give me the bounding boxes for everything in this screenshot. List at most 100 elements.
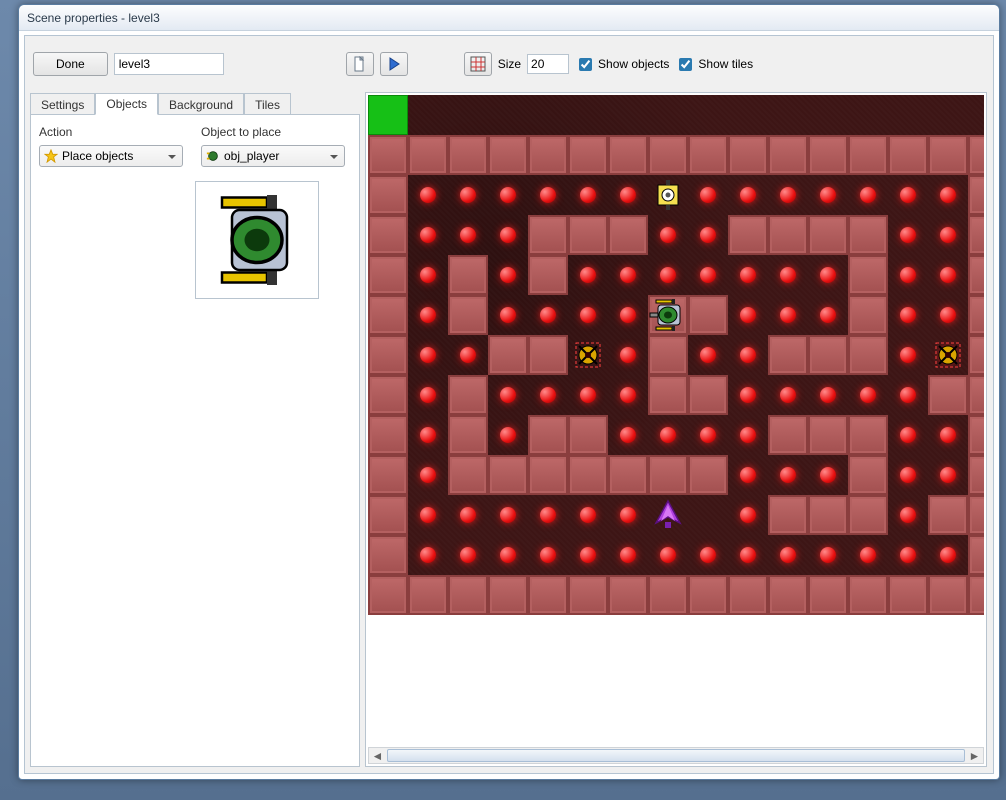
document-icon <box>352 56 368 72</box>
action-combo[interactable]: Place objects <box>39 145 183 167</box>
tab-background[interactable]: Background <box>158 93 244 115</box>
level-grid[interactable] <box>368 95 984 615</box>
pickup-dot <box>488 535 528 575</box>
turret-object[interactable] <box>568 335 608 375</box>
wall-tile <box>648 335 688 375</box>
new-icon-button[interactable] <box>346 52 374 76</box>
ship-object[interactable] <box>648 495 688 535</box>
scene-properties-window: Scene properties - level3 Done Size Show… <box>18 4 1000 780</box>
wall-tile <box>448 135 488 175</box>
wall-tile <box>368 255 408 295</box>
show-objects-checkbox[interactable]: Show objects <box>575 55 669 74</box>
wall-tile <box>368 575 408 615</box>
object-combo[interactable]: obj_player <box>201 145 345 167</box>
window-title: Scene properties - level3 <box>27 11 160 25</box>
grid-size-input[interactable] <box>527 54 569 74</box>
wall-tile <box>528 215 568 255</box>
pickup-dot <box>688 175 728 215</box>
show-objects-label: Show objects <box>598 57 669 71</box>
wall-tile <box>608 135 648 175</box>
pickup-dot <box>648 215 688 255</box>
wall-tile <box>528 335 568 375</box>
play-icon-button[interactable] <box>380 52 408 76</box>
wall-tile <box>688 455 728 495</box>
wall-tile <box>648 575 688 615</box>
pickup-dot <box>408 335 448 375</box>
pickup-dot <box>768 175 808 215</box>
show-tiles-checkbox[interactable]: Show tiles <box>675 55 753 74</box>
objects-panel: Action Place objects Object to place obj… <box>30 114 360 767</box>
grid-icon <box>470 56 486 72</box>
scrollbar-track[interactable] <box>386 748 966 763</box>
pickup-dot <box>848 375 888 415</box>
wall-tile <box>528 255 568 295</box>
level-canvas[interactable] <box>368 95 984 744</box>
pickup-dot <box>408 375 448 415</box>
pickup-dot <box>408 495 448 535</box>
wall-tile <box>848 135 888 175</box>
beacon-object[interactable] <box>648 175 688 215</box>
pickup-dot <box>408 535 448 575</box>
pickup-dot <box>888 455 928 495</box>
scroll-left-arrow-icon[interactable]: ◄ <box>369 748 386 763</box>
pickup-dot <box>528 295 568 335</box>
wall-tile <box>568 135 608 175</box>
pickup-dot <box>728 335 768 375</box>
turret-object[interactable] <box>928 335 968 375</box>
object-combo-value: obj_player <box>224 149 279 163</box>
pickup-dot <box>848 535 888 575</box>
pickup-dot <box>768 375 808 415</box>
wall-tile <box>368 495 408 535</box>
tab-settings[interactable]: Settings <box>30 93 95 115</box>
wall-tile <box>368 375 408 415</box>
wall-tile <box>968 375 984 415</box>
pickup-dot <box>408 255 448 295</box>
pickup-dot <box>808 255 848 295</box>
scroll-right-arrow-icon[interactable]: ► <box>966 748 983 763</box>
done-button[interactable]: Done <box>33 52 108 76</box>
wall-tile <box>368 335 408 375</box>
pickup-dot <box>648 255 688 295</box>
titlebar[interactable]: Scene properties - level3 <box>19 5 999 31</box>
pickup-dot <box>808 455 848 495</box>
wall-tile <box>448 575 488 615</box>
grid-icon-button[interactable] <box>464 52 492 76</box>
pickup-dot <box>928 535 968 575</box>
pickup-dot <box>568 495 608 535</box>
pickup-dot <box>488 495 528 535</box>
tab-objects[interactable]: Objects <box>95 93 158 115</box>
wall-tile <box>448 415 488 455</box>
pickup-dot <box>928 175 968 215</box>
wall-tile <box>888 575 928 615</box>
horizontal-scrollbar[interactable]: ◄ ► <box>368 747 984 764</box>
pickup-dot <box>568 295 608 335</box>
wall-tile <box>728 135 768 175</box>
wall-tile <box>968 455 984 495</box>
player-object[interactable] <box>648 295 688 335</box>
wall-tile <box>808 135 848 175</box>
pickup-dot <box>928 255 968 295</box>
tab-tiles[interactable]: Tiles <box>244 93 291 115</box>
pickup-dot <box>528 535 568 575</box>
wall-tile <box>608 215 648 255</box>
pickup-dot <box>768 455 808 495</box>
wall-tile <box>848 255 888 295</box>
pickup-dot <box>448 175 488 215</box>
pickup-dot <box>728 255 768 295</box>
wall-tile <box>808 495 848 535</box>
wall-tile <box>488 455 528 495</box>
pickup-dot <box>608 295 648 335</box>
wall-tile <box>968 175 984 215</box>
pickup-dot <box>928 215 968 255</box>
wall-tile <box>528 415 568 455</box>
scene-name-input[interactable] <box>114 53 224 75</box>
wall-tile <box>528 135 568 175</box>
spawn-marker <box>368 95 408 135</box>
pickup-dot <box>768 535 808 575</box>
scrollbar-thumb[interactable] <box>387 749 965 762</box>
wall-tile <box>728 215 768 255</box>
wall-tile <box>928 375 968 415</box>
object-to-place-label: Object to place <box>201 125 351 139</box>
wall-tile <box>848 575 888 615</box>
action-combo-value: Place objects <box>62 149 133 163</box>
